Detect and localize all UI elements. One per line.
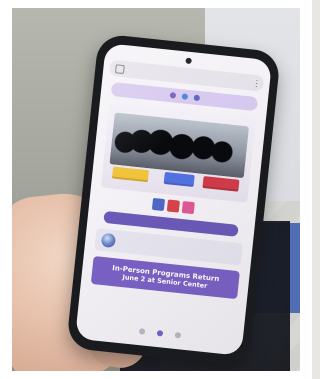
social-circle-icon[interactable] <box>193 94 200 102</box>
facebook-icon[interactable] <box>151 197 165 211</box>
social-circle-icon[interactable] <box>181 93 188 100</box>
social-circle-icon[interactable] <box>169 92 176 99</box>
front-camera-icon <box>184 57 192 65</box>
youtube-icon[interactable] <box>166 199 180 213</box>
podium-blue <box>163 171 195 188</box>
photo: In-Person Programs Return June 2 at Seni… <box>12 8 300 371</box>
podium-red <box>202 176 240 192</box>
smartphone: In-Person Programs Return June 2 at Seni… <box>65 33 282 367</box>
home-icon[interactable] <box>114 63 125 74</box>
photo-frame: In-Person Programs Return June 2 at Seni… <box>0 0 312 379</box>
social-buttons <box>146 197 199 215</box>
kebab-menu-icon[interactable] <box>255 78 259 88</box>
township-seal-icon <box>100 232 117 249</box>
hero-photo <box>100 101 257 203</box>
podium-yellow <box>111 166 149 183</box>
bottom-navigation <box>76 319 243 348</box>
nav-dot[interactable] <box>174 331 181 339</box>
nav-dot-active[interactable] <box>156 329 163 337</box>
url-text[interactable] <box>128 70 251 83</box>
instagram-icon[interactable] <box>181 200 195 215</box>
nav-dot[interactable] <box>138 328 145 335</box>
phone-screen: In-Person Programs Return June 2 at Seni… <box>74 43 273 356</box>
